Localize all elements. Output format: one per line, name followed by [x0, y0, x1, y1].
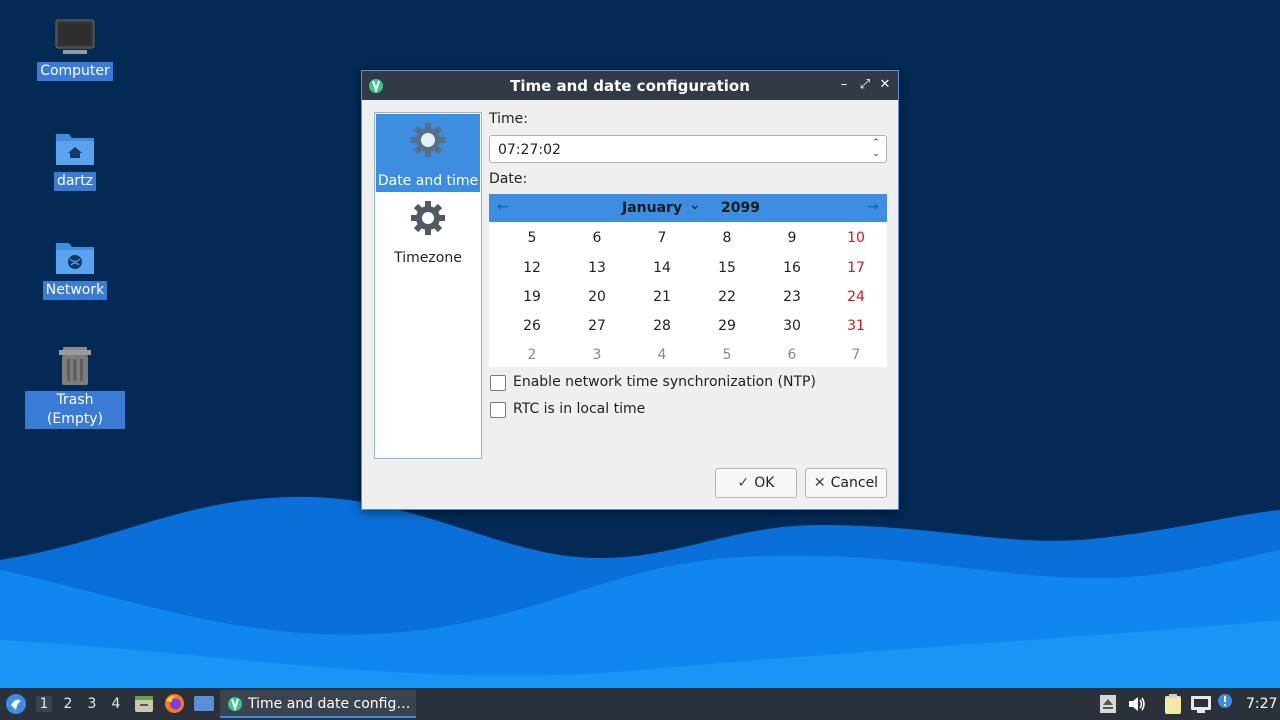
calendar-year[interactable]: 2099 [721, 200, 760, 216]
calendar-day[interactable]: 23 [772, 289, 812, 305]
cancel-button[interactable]: ✕ Cancel [805, 468, 887, 498]
show-desktop-icon[interactable] [193, 695, 215, 713]
month-dropdown-icon[interactable]: ⌄ [689, 197, 701, 213]
date-label: Date: [489, 171, 528, 187]
desktop-icon-computer[interactable]: Computer [25, 18, 125, 81]
network-folder-icon [56, 243, 94, 274]
close-button[interactable]: ✕ [877, 77, 893, 93]
taskbar: 1 2 3 4 Time and date config… 7:27 [0, 688, 1280, 720]
category-sidebar: Date and time Timezone [374, 112, 482, 459]
calendar-day[interactable]: 15 [707, 260, 747, 276]
minimize-button[interactable]: – [836, 77, 852, 93]
volume-icon[interactable] [1127, 695, 1147, 713]
calendar-day[interactable]: 9 [772, 230, 812, 246]
ntp-label: Enable network time synchronization (NTP… [513, 374, 816, 390]
calendar-day[interactable]: 20 [577, 289, 617, 305]
time-date-dialog: Time and date configuration – ⤢ ✕ Date a… [361, 70, 899, 510]
calendar-day[interactable]: 14 [642, 260, 682, 276]
calendar-day[interactable]: 3 [577, 347, 617, 363]
calendar-day[interactable]: 2 [512, 347, 552, 363]
calendar-day[interactable]: 22 [707, 289, 747, 305]
ok-button[interactable]: ✓ OK [715, 468, 797, 498]
calendar: ← January ⌄ 2099 → 5 6 7 8 9 10 12 13 14 15 16 17 19… [489, 194, 887, 367]
notification-icon[interactable] [1217, 693, 1233, 709]
computer-icon [55, 19, 95, 54]
home-folder-icon [56, 134, 94, 165]
file-manager-icon[interactable] [134, 694, 154, 714]
calendar-day[interactable]: 28 [642, 318, 682, 334]
calendar-day[interactable]: 12 [512, 260, 552, 276]
calendar-day[interactable]: 16 [772, 260, 812, 276]
prev-month-arrow-icon[interactable]: ← [497, 199, 509, 215]
ntp-checkbox[interactable] [490, 375, 506, 391]
taskbar-window-title: Time and date config… [248, 696, 411, 712]
desktop-icon-label: Network [42, 281, 108, 300]
eject-icon[interactable] [1099, 694, 1117, 714]
calendar-day[interactable]: 5 [512, 230, 552, 246]
sidebar-item-label: Date and time [377, 173, 479, 189]
checkmark-icon: ✓ [737, 475, 750, 491]
trash-icon [59, 347, 91, 385]
workspace-2[interactable]: 2 [60, 696, 76, 712]
ok-label: OK [754, 475, 775, 491]
maximize-button[interactable]: ⤢ [857, 77, 873, 93]
spin-down-icon[interactable]: ⌄ [870, 149, 882, 160]
calendar-day[interactable]: 6 [772, 347, 812, 363]
rtc-checkbox[interactable] [490, 402, 506, 418]
calendar-day[interactable]: 7 [642, 230, 682, 246]
gear-icon [411, 201, 445, 235]
calendar-day[interactable]: 29 [707, 318, 747, 334]
calendar-day[interactable]: 27 [577, 318, 617, 334]
time-spinner[interactable]: ⌃ ⌄ [870, 138, 882, 160]
dialog-title: Time and date configuration [510, 77, 750, 95]
calendar-day[interactable]: 17 [836, 260, 876, 276]
desktop-icon-home[interactable]: dartz [25, 128, 125, 191]
network-status-icon[interactable] [1190, 694, 1212, 714]
workspace-1[interactable]: 1 [36, 696, 52, 712]
calendar-day[interactable]: 26 [512, 318, 552, 334]
x-icon: ✕ [813, 475, 826, 491]
sidebar-item-date-and-time[interactable]: Date and time [376, 114, 480, 192]
next-month-arrow-icon[interactable]: → [867, 199, 879, 215]
cancel-label: Cancel [830, 475, 879, 491]
calendar-header: ← January ⌄ 2099 → [489, 194, 887, 222]
sidebar-item-label: Timezone [394, 250, 462, 266]
time-input[interactable]: 07:27:02 ⌃ ⌄ [489, 135, 887, 163]
taskbar-clock[interactable]: 7:27 [1246, 696, 1277, 712]
desktop-icon-label: Trash (Empty) [25, 391, 125, 429]
calendar-day[interactable]: 24 [836, 289, 876, 305]
firefox-icon[interactable] [164, 693, 185, 714]
rtc-label: RTC is in local time [513, 401, 646, 417]
calendar-day[interactable]: 30 [772, 318, 812, 334]
start-menu-icon[interactable] [5, 693, 27, 715]
desktop-icon-label: Computer [37, 62, 113, 81]
calendar-day[interactable]: 8 [707, 230, 747, 246]
calendar-day[interactable]: 7 [836, 347, 876, 363]
gear-icon [411, 123, 445, 157]
desktop-icon-trash[interactable]: Trash (Empty) [25, 345, 125, 429]
spin-up-icon[interactable]: ⌃ [870, 138, 882, 149]
workspace-4[interactable]: 4 [108, 696, 124, 712]
app-icon [228, 697, 242, 712]
calendar-day[interactable]: 6 [577, 230, 617, 246]
calendar-day[interactable]: 21 [642, 289, 682, 305]
time-label: Time: [489, 111, 528, 127]
calendar-day[interactable]: 4 [642, 347, 682, 363]
taskbar-window-button[interactable]: Time and date config… [220, 690, 416, 718]
clipboard-icon[interactable] [1163, 693, 1183, 715]
workspace-3[interactable]: 3 [84, 696, 100, 712]
calendar-day[interactable]: 5 [707, 347, 747, 363]
calendar-month[interactable]: January [622, 200, 682, 216]
sidebar-item-timezone[interactable]: Timezone [376, 193, 480, 271]
calendar-day[interactable]: 10 [836, 230, 876, 246]
desktop-icon-network[interactable]: Network [25, 237, 125, 300]
calendar-day[interactable]: 31 [836, 318, 876, 334]
dialog-titlebar[interactable]: Time and date configuration – ⤢ ✕ [362, 71, 898, 100]
time-value: 07:27:02 [498, 142, 561, 158]
calendar-day[interactable]: 13 [577, 260, 617, 276]
desktop-icon-label: dartz [53, 172, 97, 191]
calendar-day[interactable]: 19 [512, 289, 552, 305]
